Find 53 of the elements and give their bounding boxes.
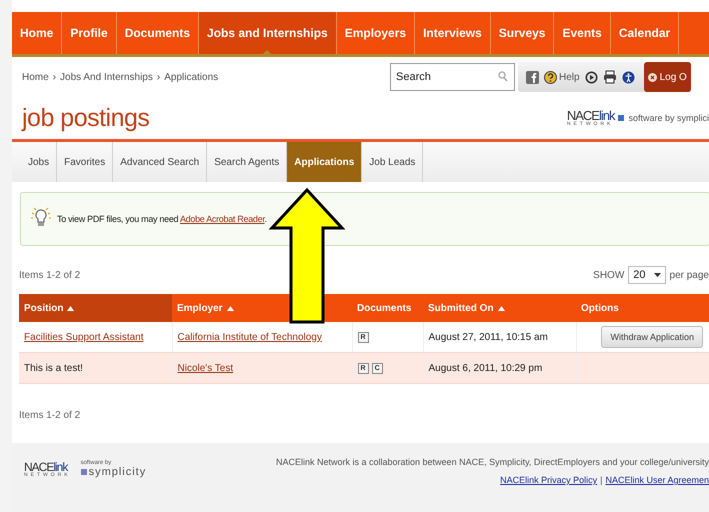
adobe-reader-link[interactable]: Adobe Acrobat Reader [180, 214, 265, 224]
show-label: SHOW [593, 270, 624, 280]
withdraw-button[interactable]: Withdraw Application [601, 326, 703, 348]
printer-icon[interactable] [602, 70, 617, 84]
nav-tab[interactable]: Surveys [490, 12, 554, 54]
footer-link[interactable]: NACElink Privacy Policy [500, 475, 598, 485]
play-icon[interactable] [584, 70, 598, 84]
close-icon [648, 72, 657, 82]
footer-text: NACElink Network is a collaboration between NACE, Symplicity, DirectEmployers and your college/university [276, 457, 709, 467]
column-header[interactable]: Submitted On [423, 294, 576, 322]
per-page-label: per page [670, 270, 709, 280]
caret-icon [654, 273, 661, 277]
footer-link[interactable]: NACElink User Agreemen [605, 475, 709, 485]
position-link[interactable]: Facilities Support Assistant [24, 332, 144, 342]
employer-link[interactable]: Nicole's Test [178, 362, 234, 374]
nav-tab[interactable]: Employers [336, 12, 416, 54]
sub-tab[interactable]: Jobs [21, 142, 58, 182]
column-header[interactable]: Options [576, 294, 709, 322]
help-link[interactable]: Help [544, 70, 580, 84]
nav-tab[interactable]: Events [554, 12, 611, 54]
brand-tagline: software by symplici [628, 113, 709, 123]
breadcrumb-link[interactable]: Applications [164, 72, 218, 82]
page-size-select[interactable]: 20 [628, 266, 666, 284]
link-separator: | [600, 475, 602, 485]
nav-tab[interactable]: Jobs and Internships [199, 12, 337, 54]
facebook-icon[interactable] [526, 70, 539, 84]
accessibility-icon[interactable] [622, 70, 635, 84]
square-icon [618, 115, 624, 121]
column-header[interactable]: Documents [352, 294, 423, 322]
submitted-date: August 27, 2011, 10:15 am [428, 332, 548, 342]
search-field[interactable]: Search [390, 63, 515, 91]
notice-text: To view PDF files, you may need Adobe Acrobat Reader. [57, 214, 267, 224]
employer-link[interactable]: California Institute of Technology [178, 332, 322, 342]
sub-tab[interactable]: Favorites [57, 142, 114, 182]
breadcrumb-link[interactable]: Home [22, 72, 49, 82]
items-count: Items 1-2 of 2 [19, 410, 80, 421]
nav-tab[interactable]: Home [12, 12, 62, 54]
help-icon [544, 70, 557, 84]
log-out-button[interactable]: Log O [644, 62, 691, 92]
breadcrumb-link[interactable]: Jobs And Internships [60, 72, 153, 82]
breadcrumb-separator: › [156, 72, 160, 82]
nav-tab[interactable]: Interviews [415, 12, 491, 54]
submitted-date: August 6, 2011, 10:29 pm [428, 362, 542, 374]
nav-tab[interactable]: Profile [62, 12, 117, 54]
sub-tab[interactable]: Applications [287, 142, 362, 182]
column-header[interactable]: Position [19, 294, 172, 322]
breadcrumb-separator: › [52, 72, 56, 82]
items-count: Items 1-2 of 2 [19, 270, 80, 280]
sub-tab[interactable]: Advanced Search [113, 142, 208, 182]
nav-tab[interactable]: Calendar [610, 12, 680, 54]
position-text: This is a test! [24, 362, 83, 374]
page-title: job postings [22, 104, 150, 132]
sub-tab[interactable]: Job Leads [362, 142, 424, 182]
